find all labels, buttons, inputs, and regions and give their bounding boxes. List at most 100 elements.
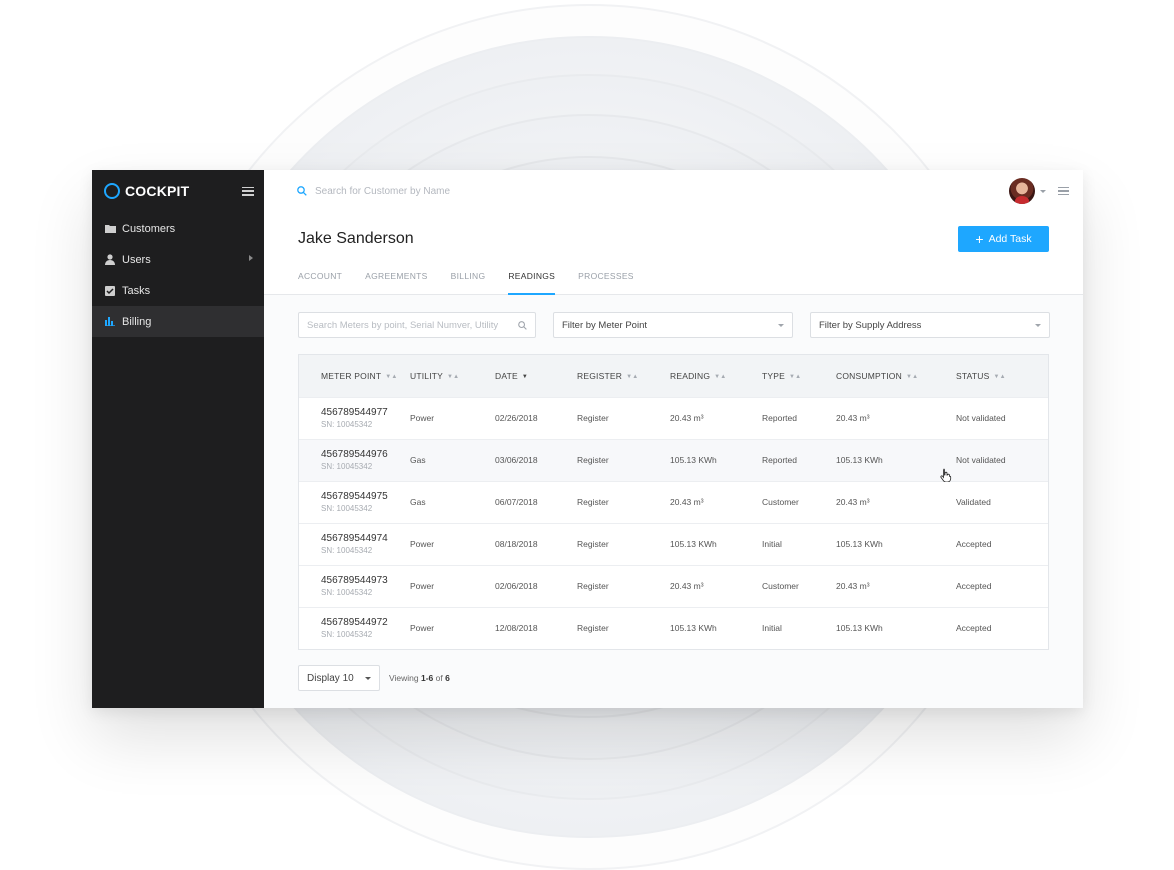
customer-search-placeholder: Search for Customer by Name — [315, 185, 451, 197]
sidebar-toggle-icon[interactable] — [242, 186, 254, 196]
status-cell: Not validated — [956, 438, 1048, 481]
serial-number: SN: 10045342 — [321, 462, 373, 471]
table-row[interactable]: 456789544974 SN: 10045342 Power 08/18/201… — [299, 522, 1048, 565]
bar-chart-icon — [104, 316, 116, 328]
sidebar-item-customers[interactable]: Customers — [92, 213, 264, 244]
status-cell: Validated — [956, 480, 1048, 523]
chevron-right-icon — [249, 255, 253, 261]
tab-agreements[interactable]: AGREEMENTS — [365, 271, 428, 294]
reading-cell: 20.43 m³ — [670, 480, 762, 523]
page-size-select[interactable]: Display 10 — [298, 665, 380, 691]
viewing-count: Viewing 1-6 of 6 — [389, 673, 450, 683]
chevron-down-icon[interactable] — [1040, 189, 1046, 193]
hand-cursor-icon — [940, 468, 952, 482]
add-task-button[interactable]: + Add Task — [958, 226, 1049, 252]
sort-icon: ▼▲ — [789, 373, 802, 380]
tab-account[interactable]: ACCOUNT — [298, 271, 342, 294]
page-size-value: Display 10 — [307, 672, 354, 684]
column-header-utility[interactable]: UTILITY ▼▲ — [410, 355, 495, 397]
type-cell: Customer — [762, 480, 836, 523]
supply-address-select-value: Filter by Supply Address — [819, 319, 922, 331]
topbar-right — [1009, 178, 1069, 204]
consumption-cell: 20.43 m³ — [836, 480, 956, 523]
sort-desc-icon: ▼ — [521, 373, 528, 380]
tab-processes[interactable]: PROCESSES — [578, 271, 634, 294]
viewing-range: 1-6 — [421, 673, 434, 683]
utility-cell: Power — [410, 396, 495, 439]
column-header-register[interactable]: REGISTER ▼▲ — [577, 355, 670, 397]
add-task-label: Add Task — [988, 233, 1032, 245]
sort-icon: ▼▲ — [714, 373, 727, 380]
topbar: Search for Customer by Name — [264, 170, 1083, 212]
column-header-type[interactable]: TYPE ▼▲ — [762, 355, 836, 397]
meter-point-select[interactable]: Filter by Meter Point — [553, 312, 793, 338]
register-cell: Register — [577, 522, 670, 565]
customer-search[interactable]: Search for Customer by Name — [297, 186, 450, 197]
filters-bar: Search Meters by point, Serial Numver, U… — [298, 312, 1050, 338]
column-header-meter-point[interactable]: METER POINT ▼▲ — [299, 355, 410, 397]
sidebar-item-billing[interactable]: Billing — [92, 306, 264, 337]
column-header-date[interactable]: DATE ▼ — [495, 355, 577, 397]
menu-icon[interactable] — [1058, 187, 1069, 195]
sidebar-item-label: Users — [122, 253, 151, 266]
plus-icon: + — [975, 231, 984, 247]
meter-search-input[interactable]: Search Meters by point, Serial Numver, U… — [298, 312, 536, 338]
tab-bar: ACCOUNT AGREEMENTS BILLING READINGS PROC… — [298, 271, 657, 295]
sort-icon: ▼▲ — [385, 373, 398, 380]
page-title: Jake Sanderson — [298, 230, 414, 247]
table-row[interactable]: 456789544973 SN: 10045342 Power 02/06/201… — [299, 564, 1048, 607]
meter-point-select-value: Filter by Meter Point — [562, 319, 647, 331]
meter-search-placeholder: Search Meters by point, Serial Numver, U… — [307, 319, 499, 331]
table-row[interactable]: 456789544976 SN: 10045342 Gas 03/06/2018 … — [299, 438, 1048, 481]
date-cell: 08/18/2018 — [495, 522, 577, 565]
readings-table: METER POINT ▼▲ UTILITY ▼▲ DATE ▼ REGISTER ▼▲… — [298, 354, 1049, 650]
type-cell: Reported — [762, 396, 836, 439]
avatar[interactable] — [1009, 178, 1035, 204]
consumption-cell: 105.13 KWh — [836, 522, 956, 565]
chevron-down-icon — [778, 323, 784, 327]
sidebar-item-label: Customers — [122, 222, 176, 235]
register-cell: Register — [577, 438, 670, 481]
sort-icon: ▼▲ — [993, 373, 1006, 380]
register-cell: Register — [577, 606, 670, 649]
tab-billing[interactable]: BILLING — [451, 271, 486, 294]
consumption-cell: 20.43 m³ — [836, 396, 956, 439]
table-row[interactable]: 456789544975 SN: 10045342 Gas 06/07/2018 … — [299, 480, 1048, 523]
type-cell: Customer — [762, 564, 836, 607]
table-row[interactable]: 456789544977 SN: 10045342 Power 02/26/201… — [299, 396, 1048, 439]
meter-point: 456789544973 — [321, 575, 388, 586]
utility-cell: Power — [410, 522, 495, 565]
serial-number: SN: 10045342 — [321, 420, 373, 429]
chevron-down-icon — [1035, 323, 1041, 327]
supply-address-select[interactable]: Filter by Supply Address — [810, 312, 1050, 338]
checkbox-icon — [104, 285, 116, 297]
table-row[interactable]: 456789544972 SN: 10045342 Power 12/08/201… — [299, 606, 1048, 649]
tab-readings[interactable]: READINGS — [508, 271, 555, 295]
column-header-reading[interactable]: READING ▼▲ — [670, 355, 762, 397]
reading-cell: 105.13 KWh — [670, 606, 762, 649]
column-header-consumption[interactable]: CONSUMPTION ▼▲ — [836, 355, 956, 397]
brand: COCKPIT — [92, 170, 264, 212]
sidebar-item-label: Tasks — [122, 284, 151, 297]
meter-point: 456789544977 — [321, 407, 388, 418]
register-cell: Register — [577, 480, 670, 523]
sidebar-item-users[interactable]: Users — [92, 244, 264, 275]
serial-number: SN: 10045342 — [321, 630, 373, 640]
reading-cell: 105.13 KWh — [670, 438, 762, 481]
utility-cell: Gas — [410, 438, 495, 481]
meter-point: 456789544974 — [321, 533, 388, 544]
sort-icon: ▼▲ — [626, 373, 639, 380]
reading-cell: 20.43 m³ — [670, 564, 762, 607]
type-cell: Initial — [762, 606, 836, 649]
utility-cell: Power — [410, 606, 495, 649]
sidebar-item-tasks[interactable]: Tasks — [92, 275, 264, 306]
sort-icon: ▼▲ — [905, 373, 919, 380]
column-header-status[interactable]: STATUS ▼▲ — [956, 355, 1048, 397]
search-icon — [297, 186, 307, 196]
folder-icon — [104, 223, 116, 235]
sidebar-nav: Customers Users Tasks Billing — [92, 213, 264, 337]
user-icon — [104, 254, 116, 266]
viewing-total: 6 — [445, 673, 450, 683]
meter-point: 456789544975 — [321, 491, 388, 502]
date-cell: 02/26/2018 — [495, 396, 577, 439]
